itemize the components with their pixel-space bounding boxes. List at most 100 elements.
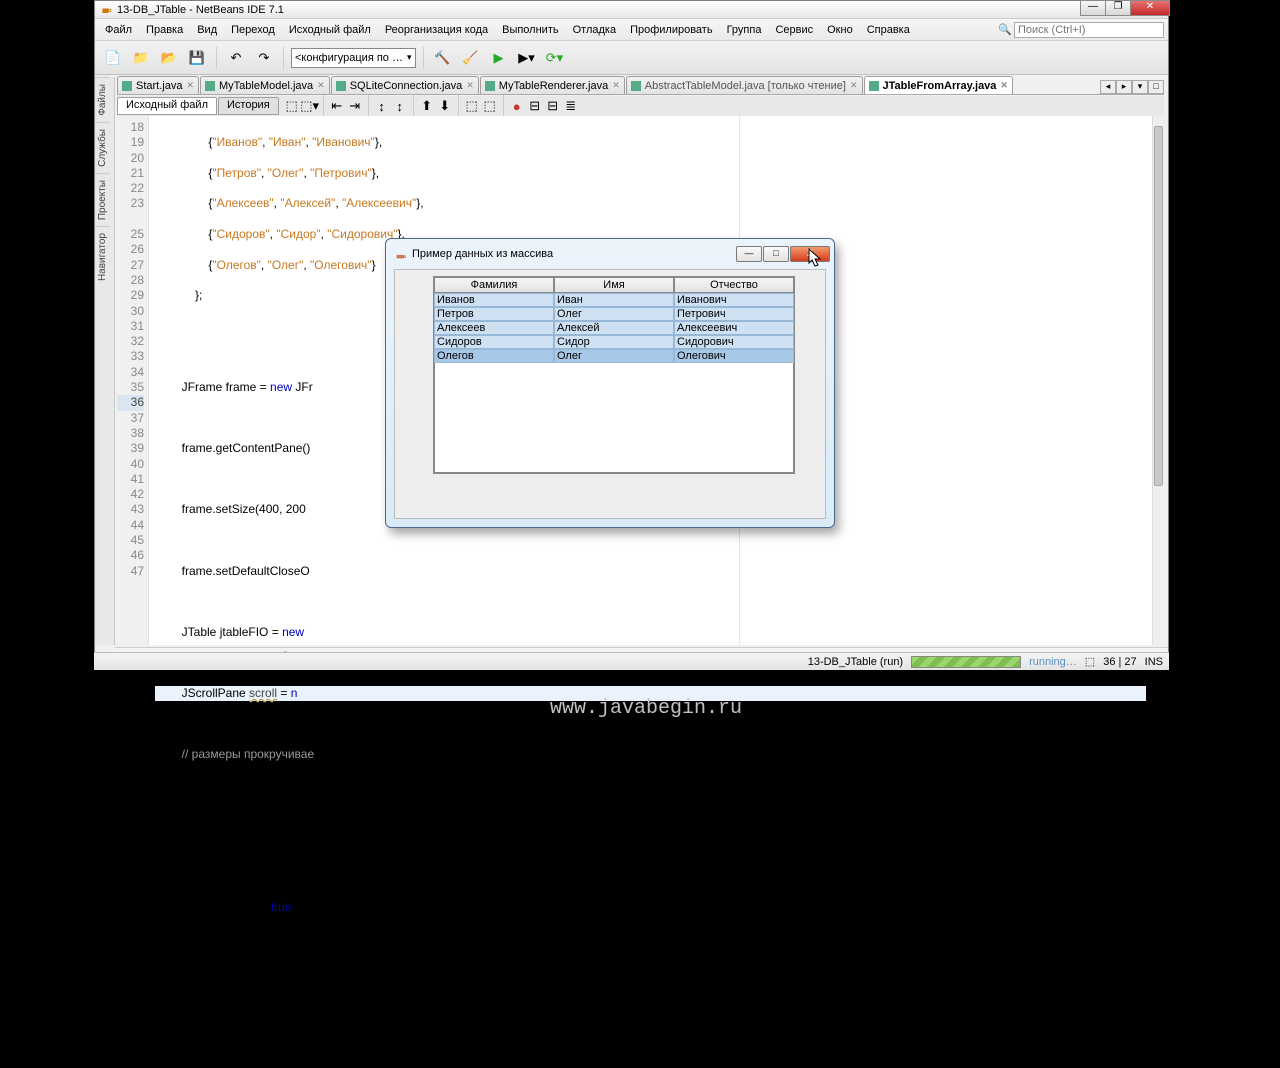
search-icon: 🔍 [998,23,1012,36]
col-surname[interactable]: Фамилия [434,277,554,293]
close-icon[interactable]: ✕ [1000,80,1008,91]
menu-profile[interactable]: Профилировать [624,22,719,38]
tab-sqliteconnection[interactable]: SQLiteConnection.java✕ [331,76,479,94]
editor-tool[interactable]: ⬚▾ [302,98,318,114]
editor-tool-stop[interactable]: ● [509,98,525,114]
statusbar: 13-DB_JTable (run) running… ⬚ 36 | 27 IN… [94,652,1169,670]
menu-window[interactable]: Окно [821,22,859,38]
table-row[interactable]: СидоровСидорСидорович [434,335,794,349]
build-button[interactable]: 🔨 [431,46,455,70]
save-all-button[interactable]: 💾 [185,46,209,70]
clean-build-button[interactable]: 🧹 [459,46,483,70]
menu-help[interactable]: Справка [861,22,916,38]
editor-tool[interactable]: ⇥ [347,98,363,114]
table-row[interactable]: ОлеговОлегОлегович [434,349,794,363]
watermark: www.javabegin.ru [550,697,742,720]
profile-button[interactable]: ⟳▾ [543,46,567,70]
menubar: Файл Правка Вид Переход Исходный файл Ре… [95,19,1168,41]
dialog-body: Фамилия Имя Отчество ИвановИванИванович … [394,269,826,519]
tab-scroll-right[interactable]: ▸ [1116,80,1132,94]
side-tab-services[interactable]: Службы [95,122,110,173]
editor-tool[interactable]: ↕ [392,98,408,114]
menu-team[interactable]: Группа [721,22,768,38]
tab-mytablemodel[interactable]: MyTableModel.java✕ [200,76,330,94]
new-project-button[interactable]: 📁 [129,46,153,70]
window-titlebar: 13-DB_JTable - NetBeans IDE 7.1 — ❐ ✕ [95,1,1168,19]
menu-source[interactable]: Исходный файл [283,22,377,38]
menu-refactor[interactable]: Реорганизация кода [379,22,494,38]
close-icon[interactable]: ✕ [317,80,325,91]
close-icon[interactable]: ✕ [612,80,620,91]
editor-tool[interactable]: ⊟ [527,98,543,114]
line-gutter: 181920212223 252627282930313233343536373… [117,116,149,645]
status-state: running… [1029,656,1077,668]
menu-view[interactable]: Вид [191,22,223,38]
status-progress [911,656,1021,668]
side-tab-files[interactable]: Файлы [95,77,110,122]
debug-button[interactable]: ▶▾ [515,46,539,70]
table-row[interactable]: АлексеевАлексейАлексеевич [434,321,794,335]
file-tab-row: Start.java✕ MyTableModel.java✕ SQLiteCon… [117,77,1164,95]
subtab-history[interactable]: История [218,97,279,115]
new-file-button[interactable]: 📄 [101,46,125,70]
editor-tool[interactable]: ⬇ [437,98,453,114]
tab-jtablefromarray[interactable]: JTableFromArray.java✕ [864,76,1013,94]
side-tab-projects[interactable]: Проекты [95,173,110,226]
status-icon[interactable]: ⬚ [1085,655,1095,668]
tab-list[interactable]: ▾ [1132,80,1148,94]
menu-goto[interactable]: Переход [225,22,281,38]
tab-abstracttablemodel[interactable]: AbstractTableModel.java [только чтение]✕ [626,76,863,94]
tab-scroll-left[interactable]: ◂ [1100,80,1116,94]
tab-maximize[interactable]: □ [1148,80,1164,94]
editor-tool[interactable]: ≣ [563,98,579,114]
close-icon[interactable]: ✕ [186,80,194,91]
editor-scrollbar[interactable] [1152,116,1164,645]
close-icon[interactable]: ✕ [466,80,474,91]
editor-subtabs: Исходный файл История ⬚ ⬚▾ ⇤ ⇥ ↕ ↕ ⬆ ⬇ ⬚… [117,96,1164,116]
status-ins: INS [1145,656,1163,668]
jtable-demo-dialog: Пример данных из массива — □ X Фамилия И… [385,238,835,528]
undo-button[interactable]: ↶ [224,46,248,70]
table-row[interactable]: ПетровОлегПетрович [434,307,794,321]
run-button[interactable]: ▶ [487,46,511,70]
main-toolbar: 📄 📁 📂 💾 ↶ ↷ <конфигурация по … 🔨 🧹 ▶ ▶▾ … [95,41,1168,75]
tab-mytablerenderer[interactable]: MyTableRenderer.java✕ [480,76,625,94]
tab-start[interactable]: Start.java✕ [117,76,199,94]
editor-tool[interactable]: ⬚ [464,98,480,114]
menu-edit[interactable]: Правка [140,22,189,38]
editor-tool[interactable]: ⇤ [329,98,345,114]
editor-tool[interactable]: ⊟ [545,98,561,114]
redo-button[interactable]: ↷ [252,46,276,70]
side-tab-navigator[interactable]: Навигатор [95,226,110,287]
menu-debug[interactable]: Отладка [567,22,622,38]
menu-run[interactable]: Выполнить [496,22,564,38]
dialog-minimize-button[interactable]: — [736,246,762,262]
java-icon [394,247,408,261]
jtable[interactable]: Фамилия Имя Отчество ИвановИванИванович … [433,276,795,474]
editor-tool[interactable]: ⬆ [419,98,435,114]
dialog-title: Пример данных из массива [412,248,553,260]
close-button[interactable]: ✕ [1130,0,1170,16]
window-title: 13-DB_JTable - NetBeans IDE 7.1 [117,4,284,16]
table-header-row: Фамилия Имя Отчество [434,277,794,293]
config-combo[interactable]: <конфигурация по … [291,48,416,68]
search-input[interactable] [1014,22,1164,38]
side-panels: Файлы Службы Проекты Навигатор [95,77,115,645]
dialog-maximize-button[interactable]: □ [763,246,789,262]
col-patronymic[interactable]: Отчество [674,277,794,293]
menu-file[interactable]: Файл [99,22,138,38]
status-project: 13-DB_JTable (run) [808,656,903,668]
minimize-button[interactable]: — [1080,0,1106,16]
dialog-close-button[interactable]: X [790,246,830,262]
close-icon[interactable]: ✕ [850,80,858,91]
editor-tool[interactable]: ↕ [374,98,390,114]
editor-tool[interactable]: ⬚ [482,98,498,114]
table-row[interactable]: ИвановИванИванович [434,293,794,307]
menu-tools[interactable]: Сервис [769,22,819,38]
maximize-button[interactable]: ❐ [1105,0,1131,16]
open-button[interactable]: 📂 [157,46,181,70]
col-name[interactable]: Имя [554,277,674,293]
editor-tool[interactable]: ⬚ [284,98,300,114]
subtab-source[interactable]: Исходный файл [117,97,217,115]
status-caret: 36 | 27 [1103,656,1136,668]
